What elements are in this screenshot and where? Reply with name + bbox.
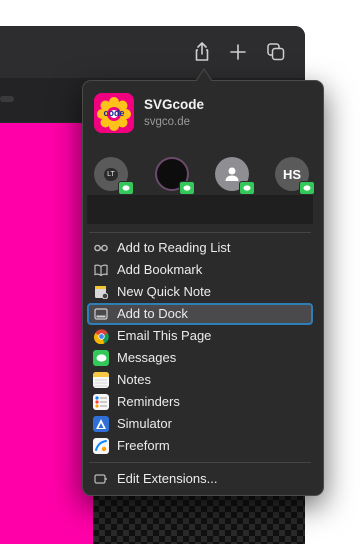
share-icon[interactable]	[190, 40, 214, 64]
divider	[89, 232, 311, 233]
menu-item-label: Email This Page	[117, 328, 212, 343]
menu-item-label: Add Bookmark	[117, 262, 203, 277]
freeform-icon	[93, 438, 109, 454]
messages-badge-icon	[118, 181, 134, 195]
menu-item-label: Freeform	[117, 438, 170, 453]
quick-note-icon	[93, 284, 109, 300]
menu-item-messages[interactable]: Messages	[87, 347, 313, 369]
site-favicon: code	[94, 93, 134, 133]
popover-arrow-fill	[196, 70, 212, 82]
menu-item-label: New Quick Note	[117, 284, 211, 299]
browser-toolbar	[0, 26, 305, 79]
menu-item-simulator[interactable]: Simulator	[87, 413, 313, 435]
messages-badge-icon	[239, 181, 255, 195]
contact-initials: LT	[104, 167, 118, 181]
menu-item-freeform[interactable]: Freeform	[87, 435, 313, 457]
menu-item-label: Reminders	[117, 394, 180, 409]
bookmark-icon	[93, 262, 109, 278]
dock-icon	[93, 306, 109, 322]
site-domain: svgco.de	[144, 116, 191, 128]
reading-list-icon	[93, 240, 109, 256]
simulator-icon	[93, 416, 109, 432]
contact-names-redacted	[87, 195, 313, 224]
menu-item-add-bookmark[interactable]: Add Bookmark	[87, 259, 313, 281]
favicon-text: code	[103, 108, 124, 118]
plus-icon[interactable]	[226, 40, 250, 64]
contact-avatar-generic[interactable]	[215, 157, 255, 195]
notes-icon	[93, 372, 109, 388]
divider	[89, 462, 311, 463]
contact-avatar-lt[interactable]: LT	[94, 157, 134, 195]
menu-item-email-page[interactable]: Email This Page	[87, 325, 313, 347]
menu-item-reading-list[interactable]: Add to Reading List	[87, 237, 313, 259]
menu-item-label: Add to Reading List	[117, 240, 231, 255]
menu-item-notes[interactable]: Notes	[87, 369, 313, 391]
menu-item-reminders[interactable]: Reminders	[87, 391, 313, 413]
tabs-overview-icon[interactable]	[264, 40, 288, 64]
transparency-checkerboard	[93, 494, 305, 544]
menu-item-edit-extensions[interactable]: Edit Extensions...	[87, 468, 313, 490]
reminders-icon	[93, 394, 109, 410]
menu-item-label: Add to Dock	[117, 306, 188, 321]
share-menu: code SVGcode svgco.de LT HS Add to Readi…	[82, 80, 324, 496]
messages-badge-icon	[299, 181, 315, 195]
menu-item-label: Edit Extensions...	[117, 471, 218, 486]
menu-item-label: Simulator	[117, 416, 172, 431]
contact-initials: HS	[282, 166, 302, 182]
site-title: SVGcode	[144, 97, 205, 112]
contact-avatar-photo[interactable]	[155, 157, 195, 195]
menu-item-label: Messages	[117, 350, 177, 365]
messages-icon	[93, 350, 109, 366]
extensions-icon	[93, 471, 109, 487]
chrome-icon	[93, 328, 109, 344]
messages-badge-icon	[179, 181, 195, 195]
menu-item-label: Notes	[117, 372, 151, 387]
tab-indicator	[0, 96, 14, 102]
contact-avatar-hs[interactable]: HS	[275, 157, 315, 195]
menu-item-quick-note[interactable]: New Quick Note	[87, 281, 313, 303]
menu-item-add-to-dock[interactable]: Add to Dock	[87, 303, 313, 325]
